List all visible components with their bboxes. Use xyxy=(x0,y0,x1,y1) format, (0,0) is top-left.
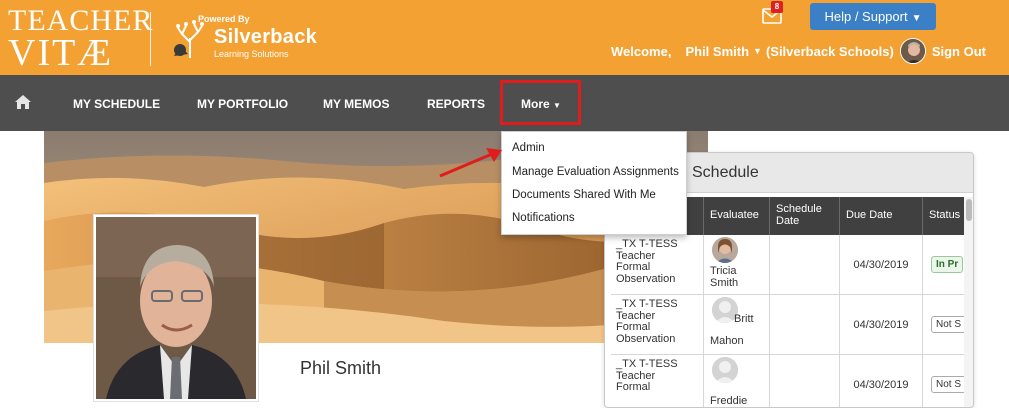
evaluatee-cell: Britt Mahon xyxy=(704,295,770,355)
due-date-text: 04/30/2019 xyxy=(853,319,909,331)
eval-type-line: Observation xyxy=(616,272,676,285)
column-header-evaluatee[interactable]: Evaluatee xyxy=(704,197,770,235)
sign-out-link[interactable]: Sign Out xyxy=(932,44,986,59)
user-menu-toggle[interactable]: Phil Smith xyxy=(685,44,749,59)
nav-my-memos[interactable]: MY MEMOS xyxy=(323,75,389,131)
schedule-date-cell xyxy=(770,295,840,355)
menu-item-admin[interactable]: Admin xyxy=(512,142,545,154)
logo-divider xyxy=(150,12,151,66)
chevron-down-icon[interactable]: ▼ xyxy=(753,46,762,56)
nav-more-button[interactable]: More ▼ xyxy=(521,75,561,131)
nav-reports[interactable]: REPORTS xyxy=(427,75,485,131)
top-header: TEACHER VITÆ Powered By Silverback Learn… xyxy=(0,0,1009,75)
welcome-text: Welcome, xyxy=(611,43,672,59)
schedule-date-cell xyxy=(770,235,840,295)
evaluation-type-cell: _TX T-TESS Teacher Formal Observation xyxy=(611,295,704,355)
profile-photo xyxy=(93,214,259,402)
status-badge: Not S xyxy=(931,376,967,393)
status-badge: In Pr xyxy=(931,256,964,273)
powered-by-text: Powered By xyxy=(198,14,250,24)
evaluation-type-cell: _TX T-TESS Teacher Formal Observation xyxy=(611,235,704,295)
silverback-brand: Silverback xyxy=(214,26,318,48)
organization-name: (Silverback Schools) xyxy=(765,43,894,59)
schedule-panel-title: Schedule xyxy=(692,164,759,181)
due-date-cell: 04/30/2019 xyxy=(840,295,923,355)
schedule-date-cell xyxy=(770,355,840,407)
user-bar: Welcome, Phil Smith ▼ (Silverback School… xyxy=(611,38,986,64)
menu-item-manage-evaluation-assignments[interactable]: Manage Evaluation Assignments xyxy=(512,166,679,178)
silverback-logo: Powered By Silverback Learning Solutions xyxy=(168,10,318,66)
eval-type-line: _TX T-TESS xyxy=(616,238,678,250)
due-date-cell: 04/30/2019 xyxy=(840,355,923,407)
menu-item-notifications[interactable]: Notifications xyxy=(512,212,575,224)
home-icon[interactable] xyxy=(14,94,32,110)
nav-my-schedule[interactable]: MY SCHEDULE xyxy=(73,75,160,131)
main-nav: MY SCHEDULE MY PORTFOLIO MY MEMOS REPORT… xyxy=(0,75,1009,131)
table-scrollbar[interactable] xyxy=(964,197,973,407)
eval-type-line: _TX T-TESS xyxy=(616,298,678,310)
nav-more-label: More xyxy=(521,97,550,111)
teacher-vitae-logo[interactable]: TEACHER VITÆ xyxy=(8,6,153,74)
evaluatee-first-name: Freddie xyxy=(710,395,748,407)
red-arrow-annotation xyxy=(439,148,502,178)
evaluatee-last-name: Mahon xyxy=(710,335,744,347)
column-header-due-date[interactable]: Due Date xyxy=(840,197,923,235)
table-scrollbar-thumb[interactable] xyxy=(966,199,972,221)
eval-type-line: Formal xyxy=(616,321,651,334)
table-row[interactable]: _TX T-TESS Teacher Formal Observation Br… xyxy=(611,295,967,355)
due-date-cell: 04/30/2019 xyxy=(840,235,923,295)
evaluatee-first-name: Britt xyxy=(734,313,754,325)
evaluatee-cell: Tricia Smith xyxy=(704,235,770,295)
avatar xyxy=(899,38,926,64)
more-dropdown-menu: Admin Manage Evaluation Assignments Docu… xyxy=(501,131,687,235)
evaluatee-last-name: Smith xyxy=(710,277,739,289)
evaluatee-avatar xyxy=(712,237,738,263)
eval-type-line: Observation xyxy=(616,332,676,345)
evaluation-type-cell: _TX T-TESS Teacher Formal xyxy=(611,355,704,407)
evaluatee-first-name: Tricia xyxy=(710,265,737,277)
status-badge: Not S xyxy=(931,316,967,333)
column-header-schedule-date[interactable]: Schedule Date xyxy=(770,197,840,235)
table-row[interactable]: _TX T-TESS Teacher Formal Freddie 04/30/… xyxy=(611,355,967,407)
logo-line-2: VITÆ xyxy=(8,32,114,74)
help-support-button[interactable]: Help / Support ▼ xyxy=(810,3,936,30)
chevron-down-icon: ▼ xyxy=(911,13,922,24)
eval-type-line: Formal xyxy=(616,381,651,394)
menu-item-documents-shared[interactable]: Documents Shared With Me xyxy=(512,189,656,201)
due-date-text: 04/30/2019 xyxy=(853,379,909,391)
evaluatee-cell: Freddie xyxy=(704,355,770,407)
chevron-down-icon: ▼ xyxy=(553,101,561,110)
help-support-label: Help / Support xyxy=(824,9,908,24)
profile-name: Phil Smith xyxy=(300,358,382,378)
silverback-tagline: Learning Solutions xyxy=(214,49,289,59)
mail-count-badge: 8 xyxy=(771,1,783,13)
eval-type-line: Formal xyxy=(616,261,651,274)
app-root: TEACHER VITÆ Powered By Silverback Learn… xyxy=(0,0,1009,408)
evaluatee-avatar-placeholder xyxy=(712,357,738,383)
nav-my-portfolio[interactable]: MY PORTFOLIO xyxy=(197,75,288,131)
table-row[interactable]: _TX T-TESS Teacher Formal Observation Tr… xyxy=(611,235,966,295)
due-date-text: 04/30/2019 xyxy=(853,259,909,271)
eval-type-line: _TX T-TESS xyxy=(616,358,678,370)
